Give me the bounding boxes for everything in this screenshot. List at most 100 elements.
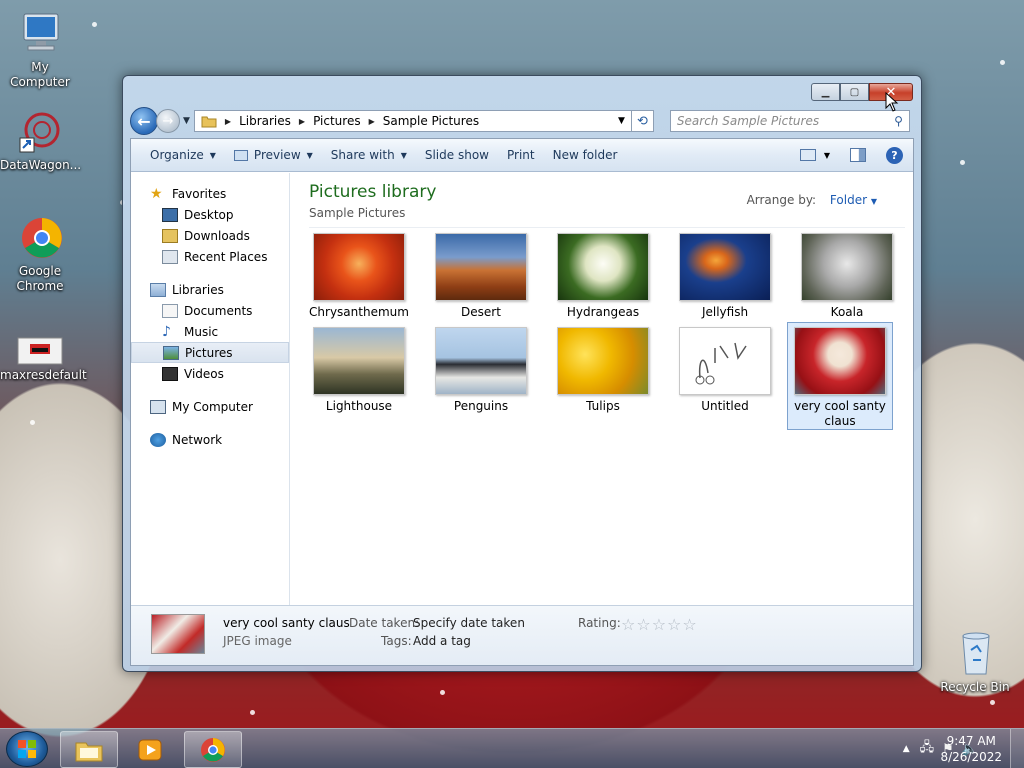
file-name: very cool santy claus [794,399,886,428]
command-bar: Organize ▼ Preview ▼ Share with ▼ Slide sho… [131,139,913,172]
explorer-body: Organize ▼ Preview ▼ Share with ▼ Slide sho… [130,138,914,666]
nav-label: Downloads [184,228,250,243]
nav-my-computer[interactable]: My Computer [131,396,289,417]
file-item[interactable]: Untitled [673,327,777,414]
file-name: Desert [461,305,501,319]
date-taken-label: Date taken: [349,616,420,630]
tags-value[interactable]: Add a tag [413,634,471,648]
desktop-icon-maxresdefault[interactable]: maxresdefault [0,336,87,383]
nav-favorites[interactable]: ★ Favorites [131,183,289,204]
windows-logo-icon [18,740,36,758]
breadcrumb-sample-pictures[interactable]: Sample Pictures [383,114,479,128]
thumbnail-image [557,327,649,395]
taskbar-explorer-button[interactable] [60,731,118,768]
snowflake [92,22,97,27]
file-item[interactable]: Chrysanthemum [307,233,411,320]
computer-icon [16,10,64,58]
file-item[interactable]: Lighthouse [307,327,411,414]
taskbar-chrome-button[interactable] [184,731,242,768]
mouse-cursor-icon [885,92,899,112]
date-taken-value[interactable]: Specify date taken [413,616,525,630]
nav-label: My Computer [172,399,253,414]
rating-stars[interactable]: ☆☆☆☆☆ [621,615,698,634]
desktop-icon-recycle-bin[interactable]: Recycle Bin [935,630,1015,695]
maximize-button[interactable]: ▢ [840,83,869,101]
file-item[interactable]: Tulips [551,327,655,414]
nav-recent-places[interactable]: Recent Places [131,246,289,267]
preview-button[interactable]: Preview ▼ [225,139,322,171]
nav-documents[interactable]: Documents [131,300,289,321]
help-icon[interactable]: ? [886,146,903,164]
media-player-icon [138,739,162,760]
breadcrumb-separator[interactable]: ▶ [299,117,305,126]
file-item-selected[interactable]: very cool santy claus [787,322,893,430]
new-folder-label: New folder [552,148,618,162]
desktop-icon-datawagon[interactable]: DataWagon... [0,108,81,173]
clock-time: 9:47 AM [946,734,996,748]
recent-pages-dropdown[interactable]: ▼ [183,116,190,126]
back-arrow-icon: ← [137,111,151,131]
minimize-button[interactable]: ▁ [811,83,840,101]
file-name: Chrysanthemum [309,305,409,319]
desktop-icon-label: maxresdefault [0,368,87,382]
file-name: Tulips [586,399,620,413]
breadcrumb-libraries[interactable]: Libraries [239,114,291,128]
network-tray-icon[interactable]: 🖧 [920,738,935,760]
nav-network[interactable]: Network [131,429,289,450]
explorer-folder-icon [75,742,103,761]
chevron-down-icon[interactable]: ▼ [824,151,830,160]
recent-places-icon [162,249,178,264]
file-item[interactable]: Hydrangeas [551,233,655,320]
back-button[interactable]: ← [130,107,158,135]
new-folder-button[interactable]: New folder [544,139,627,171]
desktop-icon-google-chrome[interactable]: Google Chrome [0,214,80,294]
view-options-icon[interactable] [799,149,816,161]
nav-label: Desktop [184,207,234,222]
network-icon [150,432,166,447]
breadcrumb-pictures[interactable]: Pictures [313,114,361,128]
taskbar-media-player-button[interactable] [122,731,178,768]
snowflake [250,710,255,715]
search-input[interactable]: Search Sample Pictures ⚲ [669,110,910,132]
nav-downloads[interactable]: Downloads [131,225,289,246]
chrome-icon [16,214,64,262]
search-icon[interactable]: ⚲ [894,114,903,128]
file-item[interactable]: Penguins [429,327,533,414]
library-title: Pictures library [309,182,437,202]
address-dropdown-icon[interactable]: ▼ [618,116,625,126]
forward-button[interactable]: → [156,109,180,133]
nav-libraries[interactable]: Libraries [131,279,289,300]
print-label: Print [506,148,535,162]
show-desktop-button[interactable] [1010,729,1024,768]
file-item[interactable]: Jellyfish [673,233,777,320]
file-item[interactable]: Koala [795,233,899,320]
music-icon: ♪ [162,323,171,340]
arrange-by: Arrange by: Folder ▼ [747,193,877,207]
explorer-window[interactable]: ▁ ▢ ✕ ← → ▼ ▶ Libraries ▶ Pictures ▶ Sam… [122,75,922,672]
snowflake [1000,60,1005,65]
refresh-button[interactable]: ⟲ [631,110,654,132]
arrange-by-dropdown[interactable]: Folder ▼ [830,193,877,207]
organize-button[interactable]: Organize ▼ [141,139,225,171]
file-item[interactable]: Desert [429,233,533,320]
preview-pane-icon[interactable] [850,148,866,162]
snowflake [30,420,35,425]
breadcrumb-separator[interactable]: ▶ [369,117,375,126]
desktop-icon-my-computer[interactable]: My Computer [0,10,80,90]
nav-music[interactable]: ♪ Music [131,321,289,342]
nav-label: Network [172,432,223,447]
start-button[interactable] [6,731,48,767]
nav-pictures[interactable]: Pictures [131,342,289,363]
nav-videos[interactable]: Videos [131,363,289,384]
share-with-button[interactable]: Share with ▼ [322,139,416,171]
divider [309,227,905,228]
file-list-pane[interactable]: Pictures library Sample Pictures Arrange… [291,173,913,605]
thumbnail-image [435,233,527,301]
details-file-name: very cool santy claus [223,616,350,630]
nav-desktop[interactable]: Desktop [131,204,289,225]
clock[interactable]: 9:47 AM 8/26/2022 [940,733,1002,765]
address-bar[interactable]: ▶ Libraries ▶ Pictures ▶ Sample Pictures… [193,110,632,132]
show-hidden-icons-icon[interactable]: ▲ [903,744,910,754]
slide-show-button[interactable]: Slide show [416,139,498,171]
print-button[interactable]: Print [498,139,544,171]
